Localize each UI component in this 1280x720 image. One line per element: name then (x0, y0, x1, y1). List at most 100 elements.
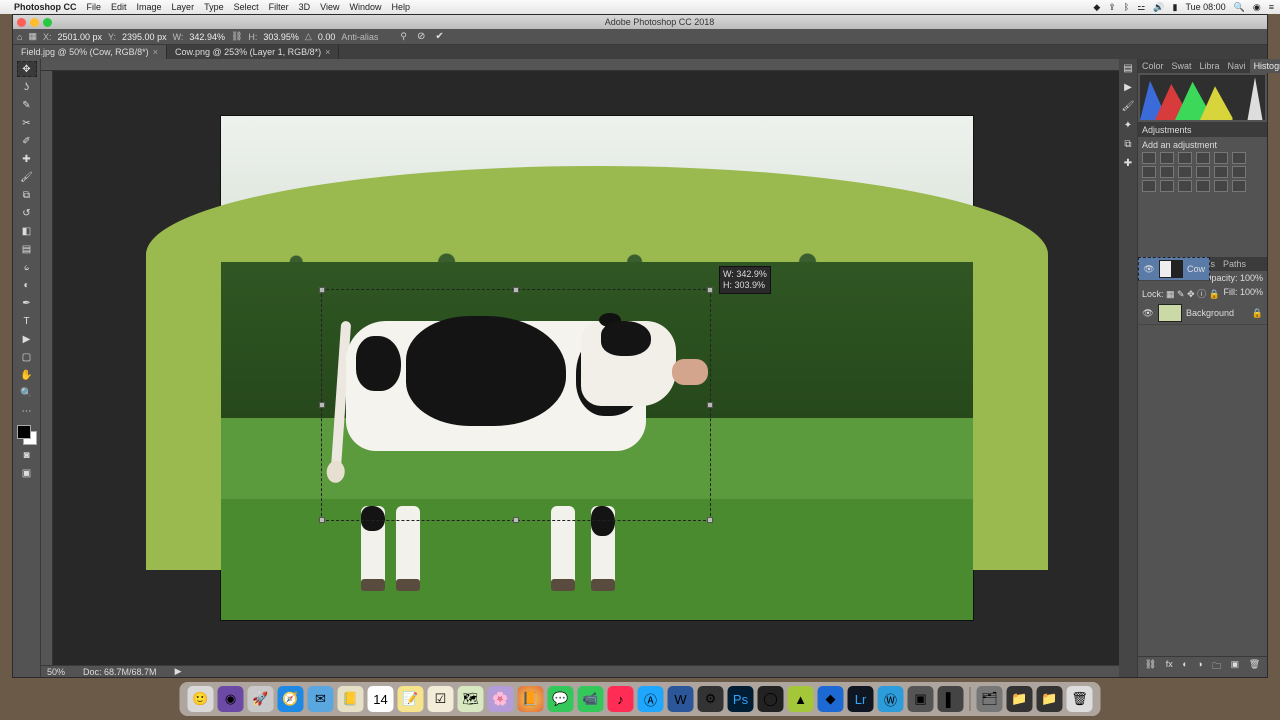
dock-downloads[interactable]: 🗂 (977, 686, 1003, 712)
adj-icon[interactable] (1160, 166, 1174, 178)
edit-toolbar[interactable]: ⋯ (17, 403, 37, 419)
color-swatch[interactable] (17, 425, 37, 445)
volume-icon[interactable]: 🔊 (1153, 2, 1164, 13)
dock-messages[interactable]: 💬 (548, 686, 574, 712)
dock-appstore[interactable]: Ⓐ (638, 686, 664, 712)
dock-folder[interactable]: 📁 (1007, 686, 1033, 712)
clock[interactable]: Tue 08:00 (1185, 2, 1225, 12)
dock-launchpad[interactable]: 🚀 (248, 686, 274, 712)
adj-icon[interactable] (1196, 180, 1210, 192)
adj-icon[interactable] (1232, 152, 1246, 164)
wifi-icon[interactable]: ⚍ (1137, 2, 1145, 13)
shape-tool[interactable]: ▢ (17, 349, 37, 365)
dock-notes[interactable]: 📝 (398, 686, 424, 712)
anchor-icon[interactable]: ▦ (28, 31, 37, 42)
gradient-tool[interactable]: ▤ (17, 241, 37, 257)
dock-lightroom[interactable]: Lr (848, 686, 874, 712)
ruler-horizontal[interactable] (41, 59, 1119, 71)
quick-select-tool[interactable]: ✎ (17, 97, 37, 113)
dock-screenflow[interactable]: ▣ (908, 686, 934, 712)
battery-icon[interactable]: ▮ (1173, 2, 1178, 13)
app-name[interactable]: Photoshop CC (14, 2, 77, 12)
move-tool[interactable]: ✥ (17, 61, 37, 77)
menu-edit[interactable]: Edit (111, 2, 127, 12)
menu-help[interactable]: Help (391, 2, 410, 12)
dock-siri[interactable]: ◉ (218, 686, 244, 712)
adj-icon[interactable] (1232, 166, 1246, 178)
dock-ibooks[interactable]: 📙 (518, 686, 544, 712)
layer-thumb[interactable] (1159, 260, 1183, 278)
menu-image[interactable]: Image (137, 2, 162, 12)
menu-layer[interactable]: Layer (172, 2, 195, 12)
close-window-button[interactable] (17, 18, 26, 27)
close-tab-icon[interactable]: × (325, 47, 330, 57)
fill-value[interactable]: 100% (1240, 287, 1263, 297)
adj-icon[interactable] (1214, 166, 1228, 178)
menu-3d[interactable]: 3D (299, 2, 311, 12)
dock-safari[interactable]: 🧭 (278, 686, 304, 712)
stamp-tool[interactable]: ⧉ (17, 187, 37, 203)
adj-icon[interactable] (1178, 152, 1192, 164)
status-docsize[interactable]: Doc: 68.7M/68.7M (83, 667, 157, 677)
layer-thumb[interactable] (1158, 304, 1182, 322)
delete-layer-icon[interactable]: 🗑 (1249, 659, 1260, 675)
commit-transform-icon[interactable]: ✔ (435, 31, 443, 42)
siri-icon[interactable]: ◉ (1253, 2, 1261, 13)
notif-icon[interactable]: ≡ (1269, 2, 1274, 12)
doc-tab-cow[interactable]: Cow.png @ 253% (Layer 1, RGB/8*)× (167, 45, 339, 59)
link-icon[interactable]: ⛓ (231, 31, 242, 42)
cancel-transform-icon[interactable]: ⊘ (417, 31, 425, 42)
close-tab-icon[interactable]: × (153, 47, 158, 57)
fx-icon[interactable]: fx (1166, 659, 1173, 675)
opt-y[interactable]: 2395.00 px (122, 32, 167, 42)
dock-itunes[interactable]: ♪ (608, 686, 634, 712)
menu-view[interactable]: View (320, 2, 339, 12)
fill-adj-icon[interactable]: ◑ (1197, 659, 1202, 675)
lock-icons[interactable]: ▦ ✎ ✥ ⓘ 🔒 (1166, 289, 1220, 299)
info-icon[interactable]: ✚ (1124, 158, 1132, 169)
layer-name[interactable]: Background (1186, 308, 1234, 318)
menu-type[interactable]: Type (204, 2, 224, 12)
tab-swatches[interactable]: Swat (1168, 59, 1196, 73)
menu-file[interactable]: File (87, 2, 102, 12)
dock-mail[interactable]: ✉︎ (308, 686, 334, 712)
tab-color[interactable]: Color (1138, 59, 1168, 73)
tab-libraries[interactable]: Libra (1196, 59, 1224, 73)
opt-h[interactable]: 303.95% (263, 32, 299, 42)
opt-x[interactable]: 2501.00 px (57, 32, 102, 42)
opacity-value[interactable]: 100% (1240, 273, 1263, 283)
home-icon[interactable]: ⌂ (17, 32, 22, 42)
adj-icon[interactable] (1142, 166, 1156, 178)
adj-icon[interactable] (1178, 166, 1192, 178)
transform-bbox[interactable] (321, 289, 711, 521)
pen-tool[interactable]: ✒ (17, 295, 37, 311)
opt-angle[interactable]: 0.00 (318, 32, 336, 42)
dock-facetime[interactable]: 📹 (578, 686, 604, 712)
brushes-icon[interactable]: ✦ (1124, 120, 1132, 131)
dock-photos[interactable]: 🌸 (488, 686, 514, 712)
dock-calendar[interactable]: 14 (368, 686, 394, 712)
doc-tab-field[interactable]: Field.jpg @ 50% (Cow, RGB/8*)× (13, 45, 167, 59)
dock-chrome-app[interactable]: ◆ (818, 686, 844, 712)
actions-icon[interactable]: ▶ (1124, 82, 1132, 93)
path-select-tool[interactable]: ▶ (17, 331, 37, 347)
group-icon[interactable]: 🗀 (1212, 659, 1221, 675)
dock-finder[interactable]: 🙂 (188, 686, 214, 712)
history-icon[interactable]: ▤ (1123, 63, 1132, 74)
status-icon[interactable]: ◆ (1093, 2, 1100, 13)
brush-settings-icon[interactable]: 🖌 (1122, 101, 1135, 112)
ruler-vertical[interactable] (41, 71, 53, 665)
heal-tool[interactable]: ✚ (17, 151, 37, 167)
warp-icon[interactable]: ⚲ (400, 31, 407, 42)
tab-navigator[interactable]: Navi (1224, 59, 1250, 73)
adj-icon[interactable] (1142, 180, 1156, 192)
dock-contacts[interactable]: 📒 (338, 686, 364, 712)
adj-icon[interactable] (1142, 152, 1156, 164)
layer-row-background[interactable]: 👁 Background 🔒 (1138, 302, 1267, 325)
bluetooth-icon[interactable]: ᛒ (1124, 2, 1129, 12)
minimize-window-button[interactable] (30, 18, 39, 27)
menu-filter[interactable]: Filter (269, 2, 289, 12)
tab-histogram[interactable]: Histogram (1250, 59, 1280, 73)
adj-icon[interactable] (1214, 152, 1228, 164)
dropbox-icon[interactable]: ⇪ (1108, 2, 1116, 13)
